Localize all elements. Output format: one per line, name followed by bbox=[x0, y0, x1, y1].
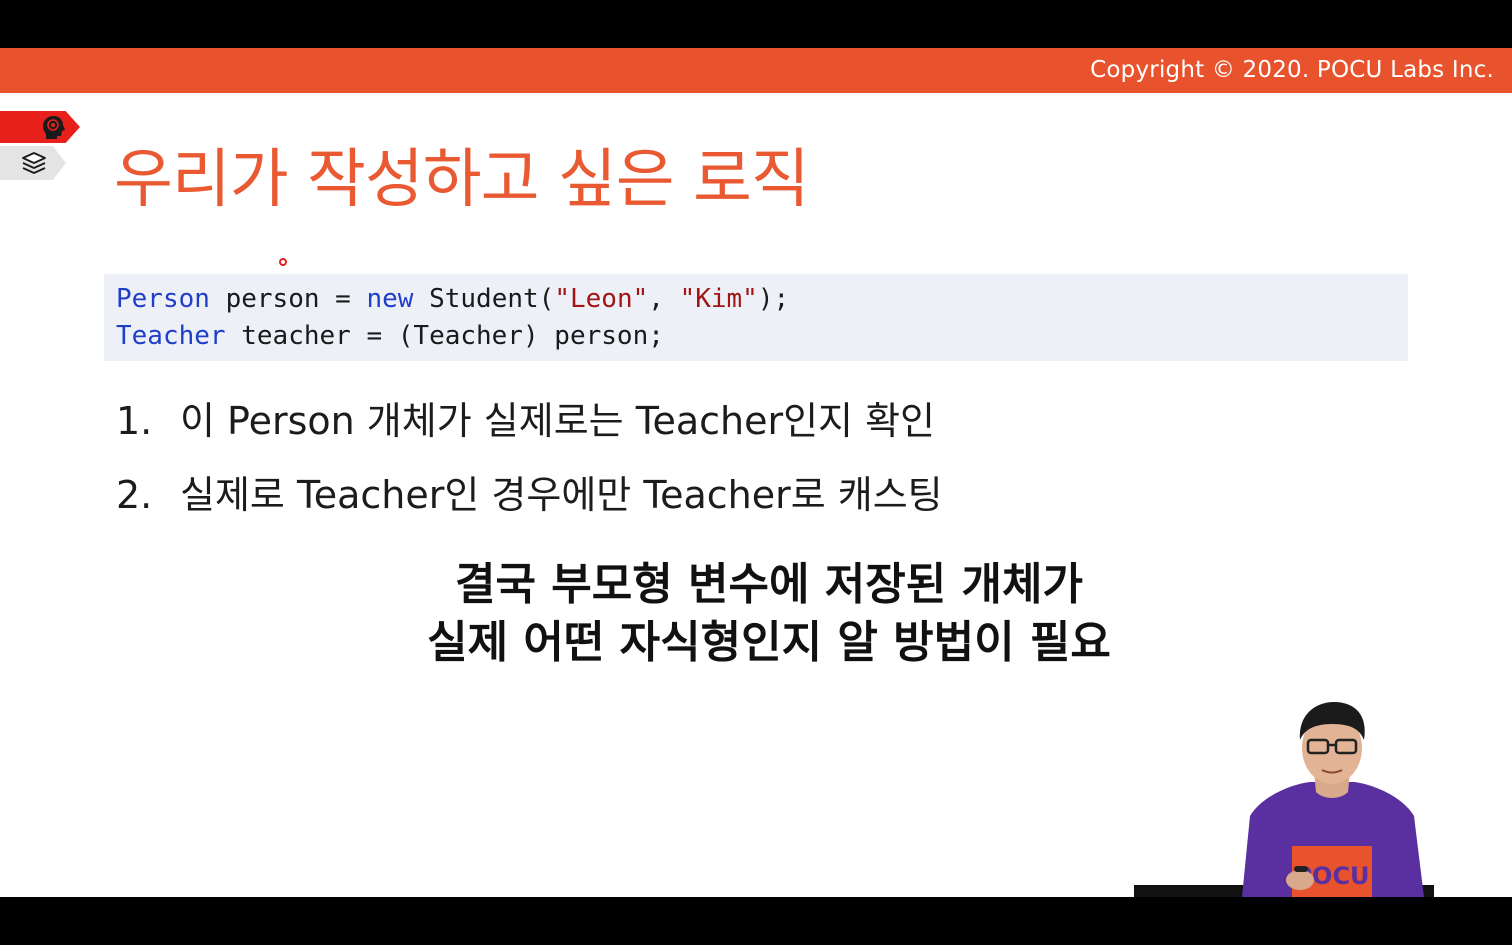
code-text: ); bbox=[757, 284, 790, 314]
code-type-teacher: Teacher bbox=[116, 321, 226, 351]
code-text: Student( bbox=[413, 284, 555, 314]
slide-banner: Copyright © 2020. POCU Labs Inc. bbox=[0, 48, 1512, 93]
presenter-video: POCU bbox=[1242, 702, 1424, 897]
conclusion-caption: 결국 부모형 변수에 저장된 개체가 실제 어떤 자식형인지 알 방법이 필요 bbox=[0, 556, 1512, 672]
video-frame: Copyright © 2020. POCU Labs Inc. 우리가 작성하… bbox=[0, 0, 1512, 945]
code-type-person: Person bbox=[116, 284, 210, 314]
code-line-1: Person person = new Student("Leon", "Kim… bbox=[116, 284, 789, 314]
list-text: 실제로 Teacher인 경우에만 Teacher로 캐스팅 bbox=[180, 473, 943, 517]
list-text: 이 Person 개체가 실제로는 Teacher인지 확인 bbox=[180, 399, 936, 443]
conclusion-line-2: 실제 어떤 자식형인지 알 방법이 필요 bbox=[427, 617, 1111, 668]
list-number: 1. bbox=[116, 399, 153, 443]
code-string-kim: "Kim" bbox=[679, 284, 758, 314]
steps-list: 1. 이 Person 개체가 실제로는 Teacher인지 확인 2. 실제로 T… bbox=[116, 390, 943, 538]
copyright-text: Copyright © 2020. POCU Labs Inc. bbox=[1090, 57, 1494, 83]
code-text: person = bbox=[209, 284, 367, 314]
brain-head-icon bbox=[43, 116, 65, 139]
code-string-leon: "Leon" bbox=[554, 284, 649, 314]
code-text: teacher = (Teacher) person; bbox=[225, 321, 664, 351]
code-block: Person person = new Student("Leon", "Kim… bbox=[104, 274, 1408, 361]
code-text: , bbox=[648, 284, 680, 314]
letterbox-bottom bbox=[0, 897, 1512, 945]
list-number: 2. bbox=[116, 473, 153, 517]
list-item: 2. 실제로 Teacher인 경우에만 Teacher로 캐스팅 bbox=[116, 464, 943, 538]
book-stack-icon bbox=[22, 152, 46, 174]
slide: Copyright © 2020. POCU Labs Inc. 우리가 작성하… bbox=[0, 48, 1512, 897]
code-keyword-new: new bbox=[366, 284, 414, 314]
list-item: 1. 이 Person 개체가 실제로는 Teacher인지 확인 bbox=[116, 390, 943, 464]
code-line-2: Teacher teacher = (Teacher) person; bbox=[116, 321, 664, 351]
laser-pointer-dot bbox=[279, 258, 287, 266]
slide-title: 우리가 작성하고 싶은 로직 bbox=[114, 143, 810, 217]
conclusion-line-1: 결국 부모형 변수에 저장된 개체가 bbox=[455, 559, 1083, 610]
letterbox-top bbox=[0, 0, 1512, 48]
